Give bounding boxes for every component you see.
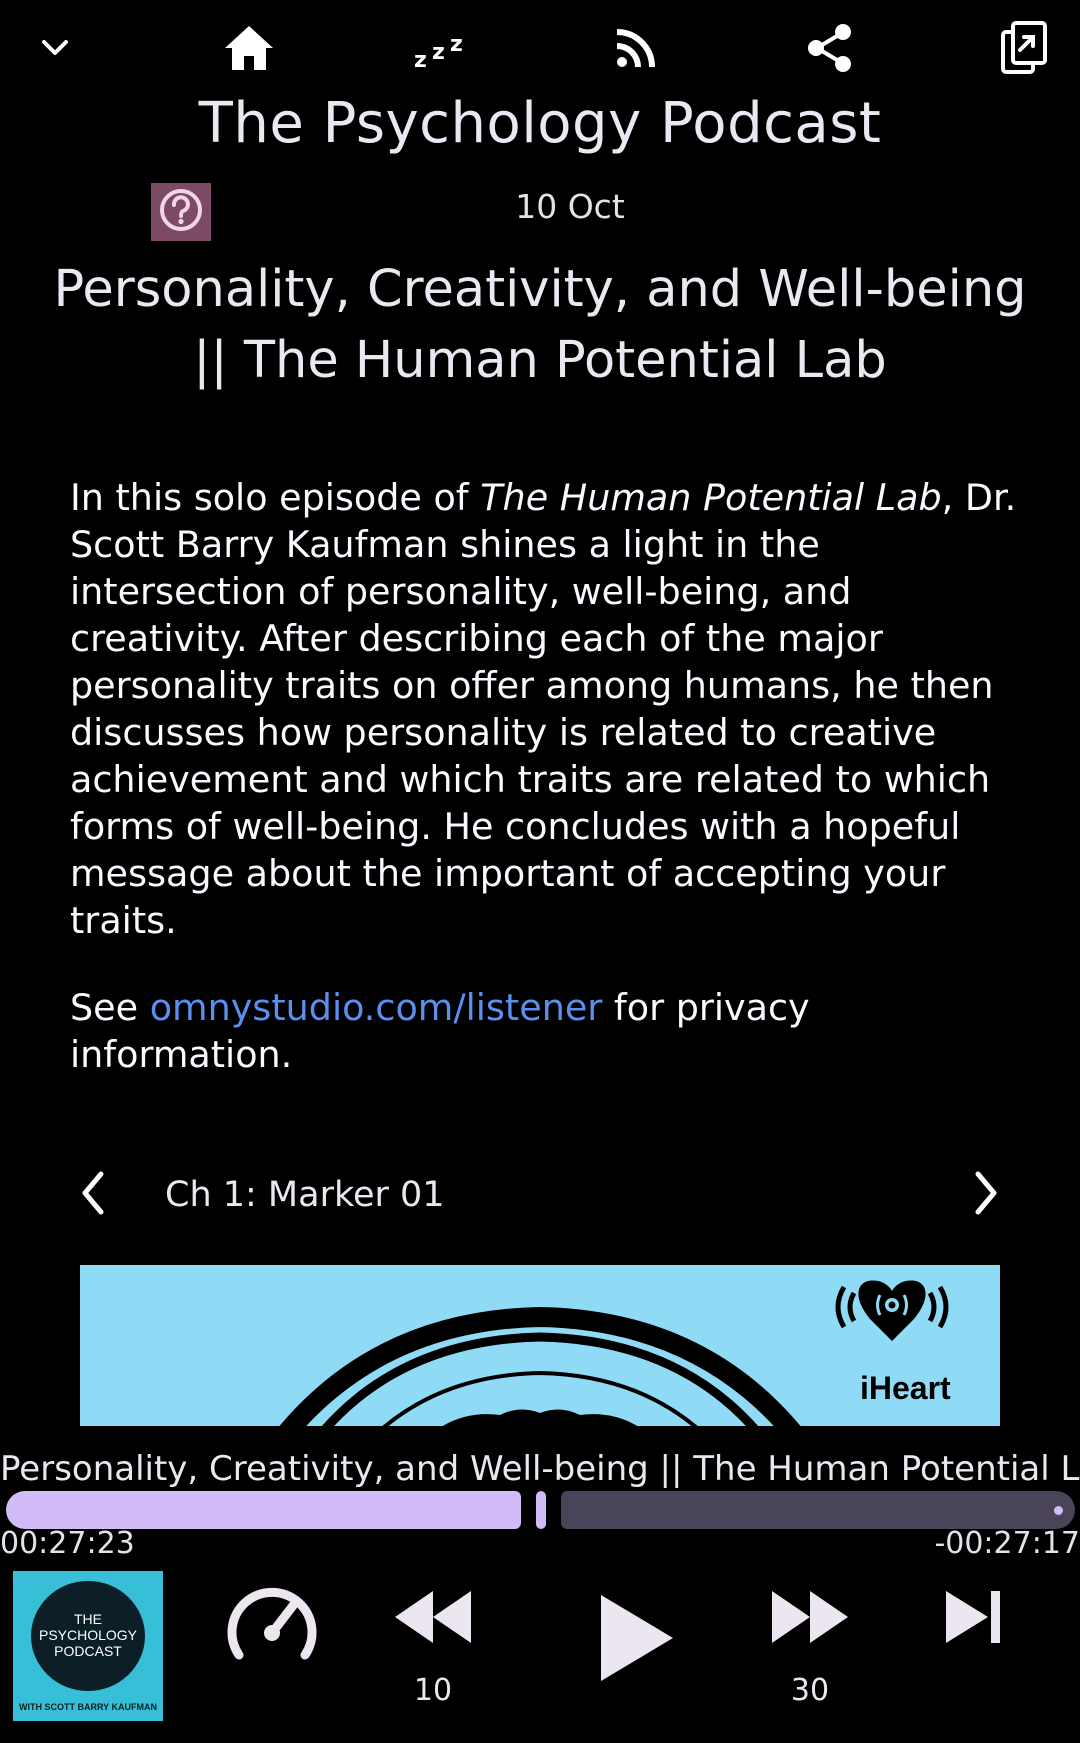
time-remaining: -00:27:17 [934,1526,1080,1561]
svg-text:z: z [450,32,463,57]
skip-next-button[interactable] [935,1585,1011,1653]
rewind-seconds-label: 10 [413,1673,453,1708]
iheart-brand-label: iHeart [860,1370,951,1406]
progress-thumb[interactable] [536,1491,546,1529]
description-part1: In this solo episode of [70,476,481,519]
episode-artwork: iHeart [80,1265,1000,1426]
thumbnail-line3: PODCAST [54,1643,122,1659]
copy-button[interactable] [993,16,1057,80]
time-elapsed: 00:27:23 [0,1526,135,1561]
chevron-right-icon [968,1170,1002,1220]
rss-feed-icon [612,24,660,72]
sleep-timer-icon: z z z [412,25,472,71]
play-icon [593,1591,677,1689]
description-part2: , Dr. Scott Barry Kaufman shines a light… [70,476,1017,942]
episode-description: In this solo episode of The Human Potent… [70,474,1020,1078]
iheart-logo [835,1280,949,1341]
fast-forward-icon [768,1587,852,1651]
forward-seconds-label: 30 [790,1673,830,1708]
sleep-timer-button[interactable]: z z z [410,16,474,80]
thumbnail-line1: THE [74,1611,102,1627]
privacy-link[interactable]: omnystudio.com/listener [150,986,603,1029]
chevron-down-icon [37,30,73,66]
next-chapter-button[interactable] [955,1166,1015,1224]
copy-icon [1000,20,1050,76]
previous-chapter-button[interactable] [64,1166,124,1224]
chapter-label: Ch 1: Marker 01 [165,1175,445,1215]
headphones-illustration [279,1306,801,1426]
playback-speed-button[interactable] [222,1578,322,1668]
top-toolbar: z z z [0,0,1080,92]
share-icon [804,22,856,74]
share-button[interactable] [798,16,862,80]
description-text: In this solo episode of The Human Potent… [70,474,1020,944]
privacy-prefix: See [70,986,150,1029]
collapse-button[interactable] [23,16,87,80]
rss-feed-button[interactable] [604,16,668,80]
now-playing-title: Personality, Creativity, and Well-being … [0,1449,1080,1489]
chevron-left-icon [77,1170,111,1220]
fast-forward-button[interactable] [765,1585,855,1653]
episode-date: 10 Oct [515,187,625,226]
home-button[interactable] [217,16,281,80]
help-button[interactable] [151,183,211,241]
thumbnail-line2: PSYCHOLOGY [38,1627,138,1643]
episode-title: Personality, Creativity, and Well-being … [53,260,1027,390]
svg-text:z: z [414,48,427,71]
question-icon [158,187,204,237]
svg-text:z: z [432,40,445,65]
thumbnail-line4: WITH SCOTT BARRY KAUFMAN [19,1702,157,1712]
rewind-icon [391,1587,475,1651]
speedometer-icon [225,1579,319,1667]
progress-end-dot [1054,1506,1063,1515]
home-icon [222,23,276,73]
chapter-navigation: Ch 1: Marker 01 [0,1166,1080,1224]
podcast-thumbnail[interactable]: THE PSYCHOLOGY PODCAST WITH SCOTT BARRY … [13,1571,163,1721]
rewind-button[interactable] [388,1585,478,1653]
skip-next-icon [942,1587,1004,1651]
play-button[interactable] [585,1590,685,1690]
description-show-name: The Human Potential Lab [480,476,942,519]
privacy-note: See omnystudio.com/listener for privacy … [70,984,1020,1078]
podcast-title: The Psychology Podcast [198,91,882,156]
